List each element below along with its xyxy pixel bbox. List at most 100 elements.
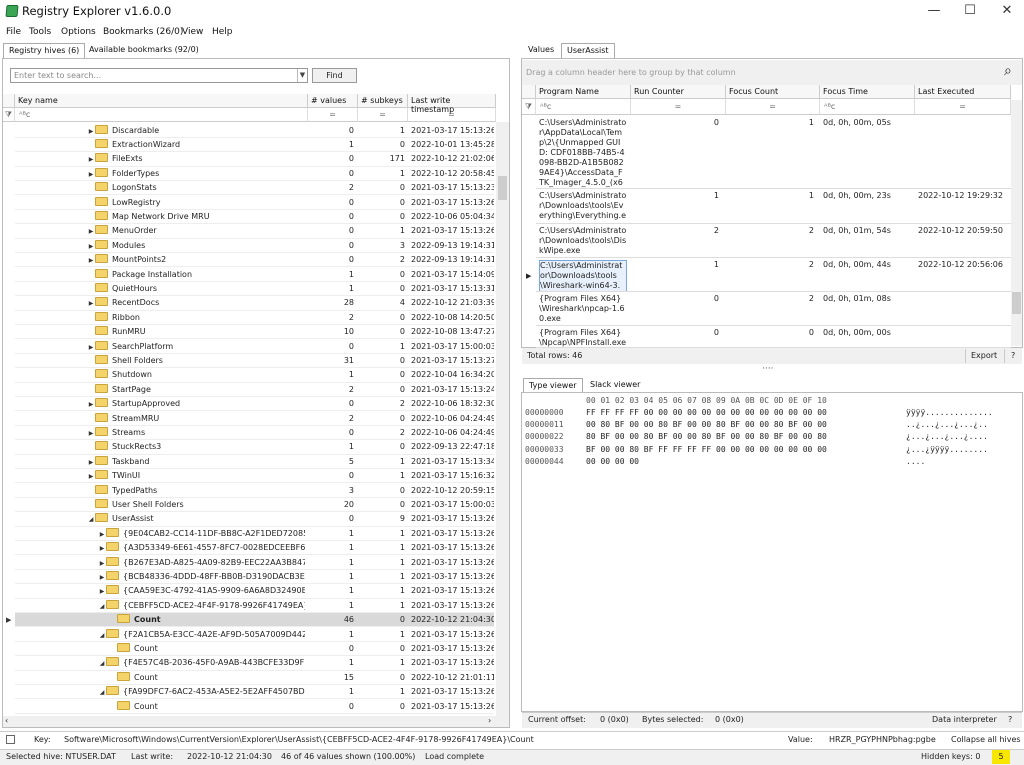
timestamp-filter[interactable]: = [408, 108, 496, 122]
tree-row[interactable]: ◢ UserAssist 0 9 2021-03-17 15:13:26 [15, 512, 494, 527]
find-button[interactable]: Find [312, 68, 357, 83]
tree-row[interactable]: Count 0 0 2021-03-17 15:13:26 [15, 700, 494, 714]
expand-arrow-icon[interactable]: ▶ [87, 168, 95, 181]
expand-arrow-icon[interactable]: ▶ [87, 341, 95, 354]
expand-arrow-icon[interactable]: ▶ [87, 225, 95, 238]
tree-row[interactable]: LogonStats 2 0 2021-03-17 15:13:23 [15, 181, 494, 196]
userassist-row[interactable]: C:\Users\Administrator\Downloads\tools\E… [536, 189, 1011, 224]
run-counter-filter[interactable]: = [631, 99, 726, 115]
tree-row[interactable]: ◢ {F2A1CB5A-E3CC-4A2E-AF9D-505A7009D442} 1… [15, 628, 494, 642]
tree-row[interactable]: ▶ TWinUI 0 1 2021-03-17 15:16:32 [15, 469, 494, 484]
tree-scrollbar[interactable] [496, 122, 509, 716]
userassist-row[interactable]: C:\Users\Administrator\Downloads\tools\W… [536, 258, 1011, 292]
expand-arrow-icon[interactable]: ▶ [87, 427, 95, 440]
tree-row[interactable]: User Shell Folders 20 0 2021-03-17 15:00:03 [15, 498, 494, 513]
userassist-row[interactable]: {Program Files X64}\Wireshark\npcap-1.60… [536, 292, 1011, 326]
focus-time-filter[interactable]: ᴬᴮc [820, 99, 915, 115]
tab-registry-hives[interactable]: Registry hives (6) [3, 43, 86, 58]
program-name-filter[interactable]: ᴬᴮc [536, 99, 631, 115]
tree-row[interactable]: ▶ Discardable 0 1 2021-03-17 15:13:26 [15, 124, 494, 138]
tree-row[interactable]: ▶ {CAA59E3C-4792-41A5-9909-6A6A8D32490E} 1… [15, 584, 494, 599]
col-focus-time[interactable]: Focus Time [820, 85, 915, 99]
focus-count-filter[interactable]: = [726, 99, 820, 115]
tree-scroll-thumb[interactable] [498, 176, 507, 200]
tree-row[interactable]: Shell Folders 31 0 2021-03-17 15:13:27 [15, 354, 494, 369]
expand-arrow-icon[interactable]: ▶ [98, 557, 106, 570]
col-run-counter[interactable]: Run Counter [631, 85, 726, 99]
tab-available-bookmarks[interactable]: Available bookmarks (92/0) [84, 43, 204, 58]
tree-row[interactable]: Count 0 0 2021-03-17 15:13:26 [15, 642, 494, 657]
menu-file[interactable]: File [6, 27, 21, 37]
tree-row[interactable]: ◢ {CEBFF5CD-ACE2-4F4F-9178-9926F41749EA} 1… [15, 599, 494, 614]
expand-arrow-icon[interactable]: ▶ [98, 571, 106, 584]
tree-row[interactable]: Count 15 0 2022-10-12 21:01:11 [15, 671, 494, 686]
maximize-button[interactable]: ☐ [950, 0, 990, 23]
col-program-name[interactable]: Program Name [536, 85, 631, 99]
tree-row[interactable]: ▶ Streams 0 2 2022-10-06 04:24:49 [15, 426, 494, 441]
tree-row[interactable]: ▶ MenuOrder 0 1 2021-03-17 15:13:26 [15, 224, 494, 239]
tab-values[interactable]: Values [523, 43, 559, 58]
last-executed-filter[interactable]: = [915, 99, 1011, 115]
chevron-down-icon[interactable]: ▼ [297, 69, 307, 82]
tab-slack-viewer[interactable]: Slack viewer [585, 378, 645, 393]
minimize-button[interactable]: — [914, 0, 954, 23]
col-values[interactable]: # values [308, 94, 358, 108]
scroll-left-icon[interactable]: ‹ [5, 716, 8, 725]
tree-row[interactable]: RunMRU 10 0 2022-10-08 13:47:27 [15, 325, 494, 340]
hidden-keys-badge[interactable]: 5 [992, 750, 1010, 764]
key-checkbox[interactable] [6, 735, 15, 744]
hex-help-button[interactable]: ? [1008, 713, 1012, 727]
tree-row[interactable]: ▶ FileExts 0 171 2022-10-12 21:02:06 [15, 152, 494, 167]
col-subkeys[interactable]: # subkeys [358, 94, 408, 108]
tree-row[interactable]: LowRegistry 0 0 2021-03-17 15:13:26 [15, 196, 494, 210]
collapse-arrow-icon[interactable]: ◢ [98, 629, 106, 642]
tree-row[interactable]: ▶ RecentDocs 28 4 2022-10-12 21:03:39 [15, 296, 494, 311]
tree-row[interactable]: ▶ {A3D53349-6E61-4557-8FC7-0028EDCEEBF6} 1… [15, 541, 494, 556]
values-filter[interactable]: = [308, 108, 358, 122]
menu-help[interactable]: Help [212, 27, 233, 37]
expand-arrow-icon[interactable]: ▶ [87, 125, 95, 138]
tree-row[interactable]: ▶ {B267E3AD-A825-4A09-82B9-EEC22AA3B847} 1… [15, 556, 494, 570]
tree-row[interactable]: ▶ FolderTypes 0 1 2022-10-12 20:58:45 [15, 167, 494, 182]
tree-row[interactable]: Map Network Drive MRU 0 0 2022-10-06 05:04:… [15, 210, 494, 225]
tree-row[interactable]: ◢ {FA99DFC7-6AC2-453A-A5E2-5E2AFF4507BD} 1… [15, 685, 494, 700]
col-last-executed[interactable]: Last Executed [915, 85, 1011, 99]
menu-bookmarks[interactable]: Bookmarks (26/0) [103, 27, 183, 37]
expand-arrow-icon[interactable]: ▶ [87, 398, 95, 411]
userassist-scroll-thumb[interactable] [1012, 292, 1021, 314]
col-focus-count[interactable]: Focus Count [726, 85, 820, 99]
expand-arrow-icon[interactable]: ▶ [87, 254, 95, 267]
collapse-arrow-icon[interactable]: ◢ [98, 600, 106, 613]
tree-row[interactable]: ExtractionWizard 1 0 2022-10-01 13:45:28 [15, 138, 494, 153]
tree-row[interactable]: Count 46 0 2022-10-12 21:04:30 [15, 613, 494, 628]
collapse-all-hives-button[interactable]: Collapse all hives [951, 733, 1021, 747]
tree-row[interactable]: QuietHours 1 0 2021-03-17 15:13:31 [15, 282, 494, 297]
userassist-row[interactable]: C:\Users\Administrator\AppData\Local\Tem… [536, 116, 1011, 189]
expand-arrow-icon[interactable]: ▶ [87, 456, 95, 469]
tree-row[interactable]: Package Installation 1 0 2021-03-17 15:14:0… [15, 268, 494, 282]
tree-row[interactable]: TypedPaths 3 0 2022-10-12 20:59:15 [15, 484, 494, 498]
menu-tools[interactable]: Tools [29, 27, 51, 37]
menu-view[interactable]: View [182, 27, 203, 37]
userassist-row[interactable]: C:\Users\Administrator\Downloads\tools\D… [536, 224, 1011, 258]
expand-arrow-icon[interactable]: ▶ [98, 528, 106, 541]
collapse-arrow-icon[interactable]: ◢ [98, 657, 106, 670]
collapse-arrow-icon[interactable]: ◢ [87, 513, 95, 526]
expand-arrow-icon[interactable]: ▶ [98, 542, 106, 555]
expand-arrow-icon[interactable]: ▶ [98, 585, 106, 598]
tree-row[interactable]: ◢ {F4E57C4B-2036-45F0-A9AB-443BCFE33D9F} 1… [15, 656, 494, 671]
col-last-write[interactable]: Last write timestamp [408, 94, 496, 114]
scroll-right-icon[interactable]: › [488, 716, 491, 725]
tree-row[interactable]: ▶ {9E04CAB2-CC14-11DF-BB8C-A2F1DED72085} 1… [15, 527, 494, 542]
tree-row[interactable]: ▶ Taskband 5 1 2021-03-17 15:13:34 [15, 455, 494, 470]
search-input[interactable]: Enter text to search... [10, 68, 308, 83]
splitter-handle[interactable]: ···· [762, 364, 773, 374]
expand-arrow-icon[interactable]: ▶ [87, 297, 95, 310]
tab-type-viewer[interactable]: Type viewer [523, 378, 583, 393]
tree-row[interactable]: ▶ SearchPlatform 0 1 2021-03-17 15:00:03 [15, 340, 494, 354]
tree-row[interactable]: Ribbon 2 0 2022-10-08 14:20:50 [15, 311, 494, 326]
key-name-filter[interactable]: ᴬᴮc [15, 108, 308, 122]
subkeys-filter[interactable]: = [358, 108, 408, 122]
data-interpreter-button[interactable]: Data interpreter [932, 713, 997, 727]
group-by-bar[interactable]: Drag a column header here to group by th… [522, 60, 1022, 85]
